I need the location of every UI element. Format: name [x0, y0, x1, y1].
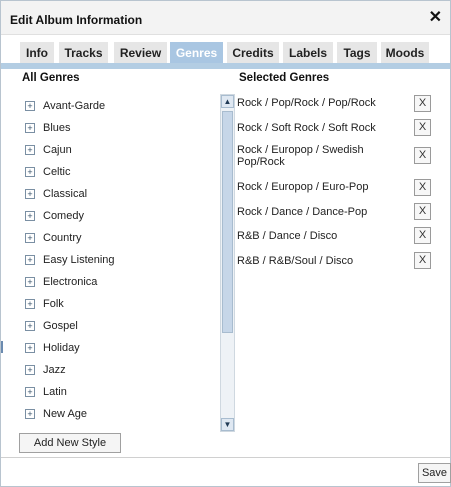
- genre-item[interactable]: + Electronica: [25, 276, 97, 288]
- selected-genre-label: Rock / Dance / Dance-Pop: [237, 206, 368, 218]
- genre-item[interactable]: + Holiday: [25, 342, 80, 354]
- genre-item[interactable]: + Cajun: [25, 144, 72, 156]
- genre-item[interactable]: + Blues: [25, 122, 71, 134]
- tab-info[interactable]: Info: [20, 42, 54, 63]
- genre-label: Jazz: [43, 364, 66, 376]
- genre-item[interactable]: + Folk: [25, 298, 64, 310]
- close-icon[interactable]: ✕: [429, 10, 442, 26]
- selected-genre-label: Rock / Pop/Rock / Pop/Rock: [237, 97, 376, 109]
- expand-icon: +: [25, 101, 35, 111]
- genre-label: Easy Listening: [43, 254, 115, 266]
- save-button[interactable]: Save: [418, 463, 451, 483]
- genre-item[interactable]: + New Age: [25, 408, 87, 420]
- genre-item[interactable]: + Avant-Garde: [25, 100, 105, 112]
- expand-icon: +: [25, 211, 35, 221]
- genre-item[interactable]: + Comedy: [25, 210, 84, 222]
- selected-genre-label: Rock / Europop / Swedish Pop/Rock: [237, 144, 364, 168]
- dialog-titlebar: Edit Album Information ✕: [1, 1, 450, 35]
- genre-label: Comedy: [43, 210, 84, 222]
- genre-item[interactable]: + Classical: [25, 188, 87, 200]
- left-edge-marker: [1, 341, 3, 353]
- genre-item[interactable]: + Easy Listening: [25, 254, 115, 266]
- genre-item[interactable]: + Gospel: [25, 320, 78, 332]
- remove-genre-button[interactable]: X: [414, 252, 431, 269]
- selected-genres-heading: Selected Genres: [239, 72, 330, 84]
- selected-genre-label: R&B / Dance / Disco: [237, 230, 338, 242]
- expand-icon: +: [25, 409, 35, 419]
- scroll-up-icon[interactable]: ▲: [221, 95, 234, 108]
- tab-labels[interactable]: Labels: [283, 42, 333, 63]
- genre-label: Holiday: [43, 342, 80, 354]
- dialog-title: Edit Album Information: [10, 13, 143, 27]
- genre-item[interactable]: + Latin: [25, 386, 67, 398]
- genre-label: Latin: [43, 386, 67, 398]
- genre-label: Folk: [43, 298, 64, 310]
- genre-label: Classical: [43, 188, 88, 200]
- expand-icon: +: [25, 277, 35, 287]
- genre-list-scrollbar[interactable]: ▲ ▼: [220, 94, 235, 432]
- genre-label: Cajun: [43, 144, 72, 156]
- genre-label: Avant-Garde: [43, 100, 106, 112]
- expand-icon: +: [25, 233, 35, 243]
- expand-icon: +: [25, 343, 35, 353]
- tab-credits[interactable]: Credits: [227, 42, 279, 63]
- selected-genre-label: Rock / Europop / Euro-Pop: [237, 181, 369, 193]
- expand-icon: +: [25, 123, 35, 133]
- remove-genre-button[interactable]: X: [414, 119, 431, 136]
- expand-icon: +: [25, 189, 35, 199]
- expand-icon: +: [25, 321, 35, 331]
- expand-icon: +: [25, 167, 35, 177]
- genre-label: Electronica: [43, 276, 98, 288]
- genre-item[interactable]: + Celtic: [25, 166, 71, 178]
- genre-label: Blues: [43, 122, 71, 134]
- selected-genre-label: Rock / Soft Rock / Soft Rock: [237, 122, 376, 134]
- selected-genre-label: R&B / R&B/Soul / Disco: [237, 255, 354, 267]
- tab-bar: Info Tracks Review Genres Credits Labels…: [1, 35, 450, 69]
- expand-icon: +: [25, 365, 35, 375]
- expand-icon: +: [25, 255, 35, 265]
- expand-icon: +: [25, 387, 35, 397]
- footer-divider: [1, 457, 450, 458]
- scrollbar-thumb[interactable]: [222, 111, 233, 333]
- genre-item[interactable]: + Jazz: [25, 364, 66, 376]
- remove-genre-button[interactable]: X: [414, 227, 431, 244]
- genre-label: Celtic: [43, 166, 71, 178]
- remove-genre-button[interactable]: X: [414, 147, 431, 164]
- expand-icon: +: [25, 299, 35, 309]
- tab-tags[interactable]: Tags: [337, 42, 377, 63]
- scroll-down-icon[interactable]: ▼: [221, 418, 234, 431]
- add-new-style-button[interactable]: Add New Style: [19, 433, 121, 453]
- tab-tracks[interactable]: Tracks: [59, 42, 108, 63]
- expand-icon: +: [25, 145, 35, 155]
- tab-review[interactable]: Review: [114, 42, 167, 63]
- genre-label: New Age: [43, 408, 88, 420]
- all-genres-heading: All Genres: [22, 72, 80, 84]
- edit-album-dialog: Edit Album Information ✕ Info Tracks Rev…: [0, 0, 451, 487]
- tab-genres[interactable]: Genres: [170, 42, 223, 63]
- genre-item[interactable]: + Country: [25, 232, 82, 244]
- remove-genre-button[interactable]: X: [414, 95, 431, 112]
- genre-label: Country: [43, 232, 82, 244]
- genre-label: Gospel: [43, 320, 78, 332]
- remove-genre-button[interactable]: X: [414, 179, 431, 196]
- remove-genre-button[interactable]: X: [414, 203, 431, 220]
- tab-moods[interactable]: Moods: [381, 42, 429, 63]
